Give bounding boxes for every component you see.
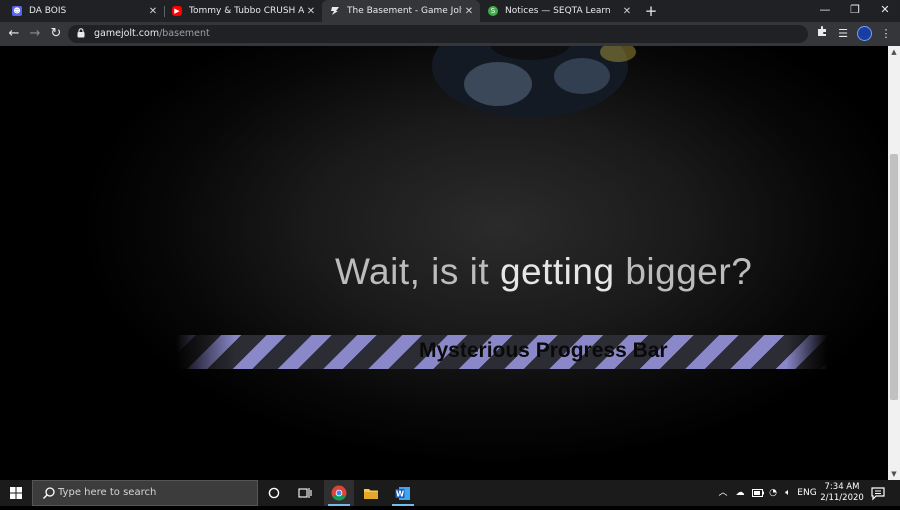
tab-seqta[interactable]: S Notices — SEQTA Learn ✕ bbox=[480, 0, 638, 22]
taskbar-search-box[interactable]: Type here to search bbox=[32, 480, 258, 506]
close-icon[interactable]: ✕ bbox=[620, 6, 634, 17]
browser-toolbar: ← → ↻ gamejolt.com/basement ☆ ☰ ⋮ bbox=[0, 22, 900, 46]
task-view-button[interactable] bbox=[290, 480, 320, 506]
taskbar-file-explorer[interactable] bbox=[356, 480, 386, 506]
lock-icon bbox=[77, 28, 85, 38]
menu-icon[interactable]: ⋮ bbox=[877, 25, 895, 43]
windows-logo-icon bbox=[10, 487, 22, 499]
folder-icon bbox=[364, 488, 378, 499]
onedrive-cloud-icon[interactable]: ☁ bbox=[732, 480, 748, 506]
basement-page: Wait, is it getting bigger? Mysterious P… bbox=[0, 46, 888, 480]
input-language-indicator[interactable]: ENG bbox=[797, 480, 817, 506]
clock-date: 2/11/2020 bbox=[820, 493, 864, 503]
restore-button[interactable]: ❐ bbox=[840, 0, 870, 22]
scrollbar-thumb[interactable] bbox=[890, 154, 898, 400]
clock-time: 7:34 AM bbox=[824, 482, 860, 492]
page-scrollbar[interactable]: ▲ ▼ bbox=[888, 46, 900, 480]
tab-title: The Basement - Game Jolt bbox=[347, 6, 462, 16]
progress-bar-label: Mysterious Progress Bar bbox=[419, 339, 668, 362]
system-clock[interactable]: 7:34 AM 2/11/2020 bbox=[818, 482, 866, 504]
new-tab-button[interactable]: + bbox=[642, 1, 660, 21]
media-control-icon[interactable]: ☰ bbox=[834, 25, 852, 43]
taskbar-word[interactable]: W bbox=[388, 480, 418, 506]
tab-title: Notices — SEQTA Learn bbox=[505, 6, 611, 16]
taskbar-chrome[interactable] bbox=[324, 480, 354, 506]
close-icon[interactable]: ✕ bbox=[304, 6, 318, 17]
gamejolt-icon bbox=[330, 6, 340, 16]
youtube-icon: ▶ bbox=[172, 6, 182, 16]
tab-title: DA BOIS bbox=[29, 6, 67, 16]
windows-taskbar: Type here to search W ︿ ☁ ◔ 🔈︎ ENG 7:34 … bbox=[0, 480, 900, 506]
close-icon[interactable]: ✕ bbox=[462, 6, 476, 17]
address-bar[interactable]: gamejolt.com/basement ☆ bbox=[68, 25, 868, 43]
close-window-button[interactable]: ✕ bbox=[870, 0, 900, 22]
forward-button[interactable]: → bbox=[26, 25, 44, 43]
url-host: gamejolt.com bbox=[94, 28, 160, 39]
url-text[interactable]: gamejolt.com/basement bbox=[94, 25, 210, 43]
heading-start: Wait, is it bbox=[335, 251, 500, 292]
page-heading: Wait, is it getting bigger? bbox=[335, 251, 752, 293]
svg-text:W: W bbox=[396, 489, 405, 498]
tab-the-basement[interactable]: The Basement - Game Jolt ✕ bbox=[322, 0, 480, 22]
search-icon bbox=[43, 487, 55, 499]
seqta-icon: S bbox=[488, 6, 498, 16]
cortana-button[interactable] bbox=[259, 480, 289, 506]
start-button[interactable] bbox=[0, 480, 32, 506]
chrome-icon bbox=[331, 485, 347, 501]
volume-icon[interactable]: 🔈︎ bbox=[781, 480, 795, 506]
tab-strip: ☻ DA BOIS ✕ ▶ Tommy & Tubbo CRUSH AMONG … bbox=[0, 0, 900, 22]
minimize-button[interactable]: — bbox=[810, 0, 840, 22]
battery-icon[interactable] bbox=[750, 480, 766, 506]
heading-mid: getting bbox=[499, 251, 615, 292]
task-view-icon bbox=[298, 488, 312, 498]
url-path: /basement bbox=[159, 28, 210, 39]
discord-icon: ☻ bbox=[12, 6, 22, 16]
profile-avatar[interactable] bbox=[857, 26, 872, 41]
mascot-image bbox=[432, 46, 636, 118]
word-icon: W bbox=[395, 486, 410, 500]
back-button[interactable]: ← bbox=[5, 25, 23, 43]
action-center-icon[interactable] bbox=[870, 485, 886, 501]
tab-youtube[interactable]: ▶ Tommy & Tubbo CRUSH AMONG ✕ bbox=[164, 0, 322, 22]
wifi-icon[interactable]: ◔ bbox=[766, 480, 780, 506]
close-icon[interactable]: ✕ bbox=[146, 6, 160, 17]
tab-da-bois[interactable]: ☻ DA BOIS ✕ bbox=[4, 0, 164, 22]
scroll-up-arrow-icon[interactable]: ▲ bbox=[888, 46, 900, 58]
heading-end: bigger? bbox=[614, 251, 753, 292]
scroll-down-arrow-icon[interactable]: ▼ bbox=[888, 468, 900, 480]
search-placeholder: Type here to search bbox=[58, 487, 157, 498]
reload-button[interactable]: ↻ bbox=[47, 25, 65, 43]
show-hidden-icons-chevron-icon[interactable]: ︿ bbox=[716, 480, 730, 506]
cortana-circle-icon bbox=[268, 487, 280, 499]
tab-title: Tommy & Tubbo CRUSH AMONG bbox=[189, 6, 304, 16]
extensions-icon[interactable] bbox=[813, 25, 831, 43]
